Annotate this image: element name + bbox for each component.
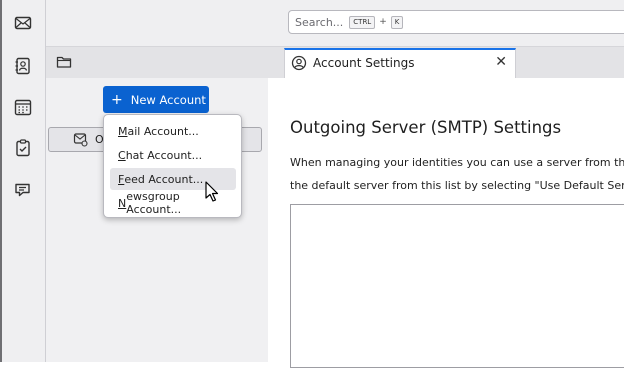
folder-icon[interactable] [56,54,72,70]
tasks-icon[interactable] [13,138,33,158]
description-line-1: When managing your identities you can us… [290,156,624,169]
account-settings-icon [291,55,307,71]
menu-item-chat-account[interactable]: Chat Account... [110,144,236,166]
new-account-label: New Account [130,92,206,107]
page-title: Outgoing Server (SMTP) Settings [290,118,562,137]
new-account-button[interactable]: + New Account [103,86,209,113]
window-edge [0,0,2,362]
calendar-icon[interactable] [13,97,33,117]
description-line-2: the default server from this list by sel… [290,179,624,192]
address-book-icon[interactable] [13,56,33,76]
plus-icon: + [111,91,123,108]
menu-item-mail-account[interactable]: Mail Account... [110,120,236,142]
menu-item-label: ail Account... [127,124,199,138]
search-placeholder: Search... [295,15,344,29]
shortcut-key-k: K [390,15,404,29]
menu-item-accesskey: C [118,148,126,162]
menu-item-accesskey: N [118,196,127,210]
spaces-toolbar [0,0,46,362]
smtp-server-list[interactable] [290,204,624,368]
tab-account-settings[interactable]: Account Settings ✕ [284,48,516,78]
mail-icon[interactable] [13,13,33,33]
menu-item-label: eed Account... [124,172,204,186]
close-icon[interactable]: ✕ [495,54,507,70]
mouse-cursor-icon [205,181,221,203]
shortcut-plus: + [379,17,387,27]
chat-icon[interactable] [13,180,33,200]
account-icon [73,132,88,147]
new-account-menu: Mail Account... Chat Account... Feed Acc… [103,114,242,218]
menu-item-label: hat Account... [125,148,203,162]
search-input[interactable]: Search... CTRL + K [288,10,624,34]
tab-label: Account Settings [313,56,415,70]
shortcut-key-ctrl: CTRL [349,15,376,29]
menu-item-accesskey: M [118,124,128,138]
